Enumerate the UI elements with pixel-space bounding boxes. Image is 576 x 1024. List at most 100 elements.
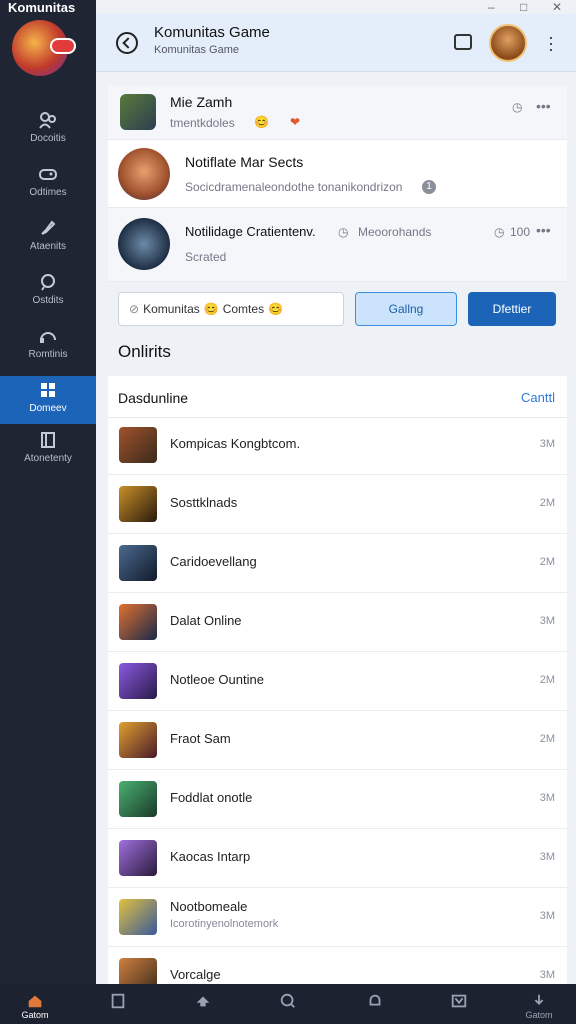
game-time: 3M [539,438,555,450]
tab-cards[interactable] [93,984,143,1024]
app-logo[interactable] [12,20,76,76]
sidebar-item-domeev[interactable]: Domeev [0,376,96,424]
game-subtitle: Icorotinyenolnotemork [170,918,279,930]
primary-button[interactable]: Dfettier [468,292,556,326]
inbox-icon [451,994,467,1008]
sidebar-item-ataenits[interactable]: Ataenits [0,214,96,262]
view-count: 100 [510,225,531,239]
feed-subtitle: Scrated [185,250,227,264]
maximize-button[interactable]: □ [520,0,527,14]
sidebar-item-odtimes[interactable]: Odtimes [0,160,96,208]
count-badge: 1 [422,180,436,194]
game-name: Caridoevellang [170,554,257,569]
game-thumbnail [119,427,157,463]
gamepad-icon [39,169,57,180]
book-icon [41,432,55,448]
notification-badge [50,38,76,54]
sidebar-item-label: Odtimes [29,187,67,198]
list-item[interactable]: Foddlat onotle 3M [108,770,567,829]
search-icon [280,993,295,1008]
game-thumbnail [119,545,157,581]
feed-subtitle: Socicdramenaleondothe tonanikondrizon [185,180,403,194]
clock-icon: ◷ [338,225,349,239]
tab-share[interactable] [178,984,228,1024]
grid-icon [41,383,55,397]
tab-label: Gatom [525,1010,553,1020]
list-item[interactable]: Kaocas Intarp 3M [108,829,567,888]
button-label: Gallng [388,302,424,316]
game-list: Dasdunline Canttl Kompicas Kongbtcom. 3M… [108,376,567,984]
emoji: 😊 [254,115,269,129]
sidebar-item-ostdits[interactable]: Ostdits [0,268,96,316]
game-name: Fraot Sam [170,731,231,746]
sidebar: Komunitas Docoitis Odtimes Ataenits Ostd… [0,0,96,984]
feed-item[interactable]: Notilidage Cratientenv. ◷ Meoorohands ◷ … [108,208,567,282]
sidebar-item-label: Ataenits [29,241,67,252]
page-subtitle: Komunitas Game [154,44,239,56]
feed-item[interactable]: Notiflate Mar Sects Socicdramenaleondoth… [108,140,567,208]
list-action-link[interactable]: Canttl [521,390,555,405]
section-title: Onlirits [118,342,171,361]
minimize-button[interactable]: – [488,0,495,14]
list-item[interactable]: Dalat Online 3M [108,593,567,652]
close-button[interactable]: ✕ [552,0,562,14]
bottom-nav: Gatom Gatom [0,984,576,1024]
secondary-button[interactable]: Gallng [355,292,457,326]
avatar[interactable] [489,24,527,62]
back-button[interactable] [116,32,138,54]
list-item[interactable]: Fraot Sam 2M [108,711,567,770]
sidebar-item-atonetenty[interactable]: Atonetenty [0,426,96,474]
feed-title: Mie Zamh [170,94,233,110]
more-icon[interactable]: ••• [536,98,551,114]
more-icon[interactable]: · · · [544,28,558,58]
sidebar-item-label: Domeev [29,403,67,414]
game-name: Nootbomeale [170,899,248,914]
feed-meta: Meoorohands [358,225,432,239]
rocket-icon [41,220,56,235]
tab-download[interactable]: Gatom [514,984,564,1024]
search-icon: ⊘ [129,302,140,316]
more-icon[interactable]: ••• [536,222,551,238]
list-item[interactable]: Kompicas Kongbtcom. 3M [108,416,567,475]
feed-title: Notilidage Cratientenv. [185,224,316,239]
tab-notifications[interactable] [350,984,400,1024]
feed-item[interactable]: Mie Zamh tmentkdoles 😊 ❤ ◷ ••• [108,86,567,140]
heart-icon: ❤ [290,115,301,129]
sidebar-item-romtinis[interactable]: Romtinis [0,322,96,370]
game-time: 3M [539,792,555,804]
clock-icon: ◷ [512,100,523,114]
list-item[interactable]: Nootbomeale Icorotinyenolnotemork 3M [108,888,567,947]
cards-icon [111,993,125,1009]
tab-label: Gatom [21,1010,49,1020]
input-text: Komunitas [143,302,200,316]
game-name: Kompicas Kongbtcom. [170,436,301,451]
game-time: 3M [539,910,555,922]
game-time: 3M [539,969,555,981]
tab-home[interactable]: Gatom [10,984,60,1024]
download-icon [534,994,544,1005]
chat-icon [41,274,55,291]
list-item[interactable]: Vorcalge 3M [108,947,567,984]
share-icon[interactable] [454,34,472,50]
feed-subtitle: tmentkdoles [170,116,235,130]
list-item[interactable]: Notleoe Ountine 2M [108,652,567,711]
input-text: Comtes [222,302,265,316]
avatar [118,218,170,270]
list-item[interactable]: Caridoevellang 2M [108,534,567,593]
game-time: 2M [539,733,555,745]
sidebar-item-docoitis[interactable]: Docoitis [0,106,96,154]
search-input[interactable]: ⊘ Komunitas 😊 Comtes 😊 [118,292,344,326]
sidebar-item-label: Romtinis [28,349,68,360]
tab-search[interactable] [263,984,313,1024]
sidebar-item-label: Ostdits [32,295,64,306]
game-thumbnail [119,781,157,817]
game-time: 3M [539,615,555,627]
game-thumbnail [119,899,157,935]
tab-inbox[interactable] [434,984,484,1024]
avatar [118,148,170,200]
feed-title: Notiflate Mar Sects [185,154,304,170]
game-name: Sosttklnads [170,495,238,510]
game-thumbnail [119,604,157,640]
list-item[interactable]: Sosttklnads 2M [108,475,567,534]
game-thumbnail [119,722,157,758]
